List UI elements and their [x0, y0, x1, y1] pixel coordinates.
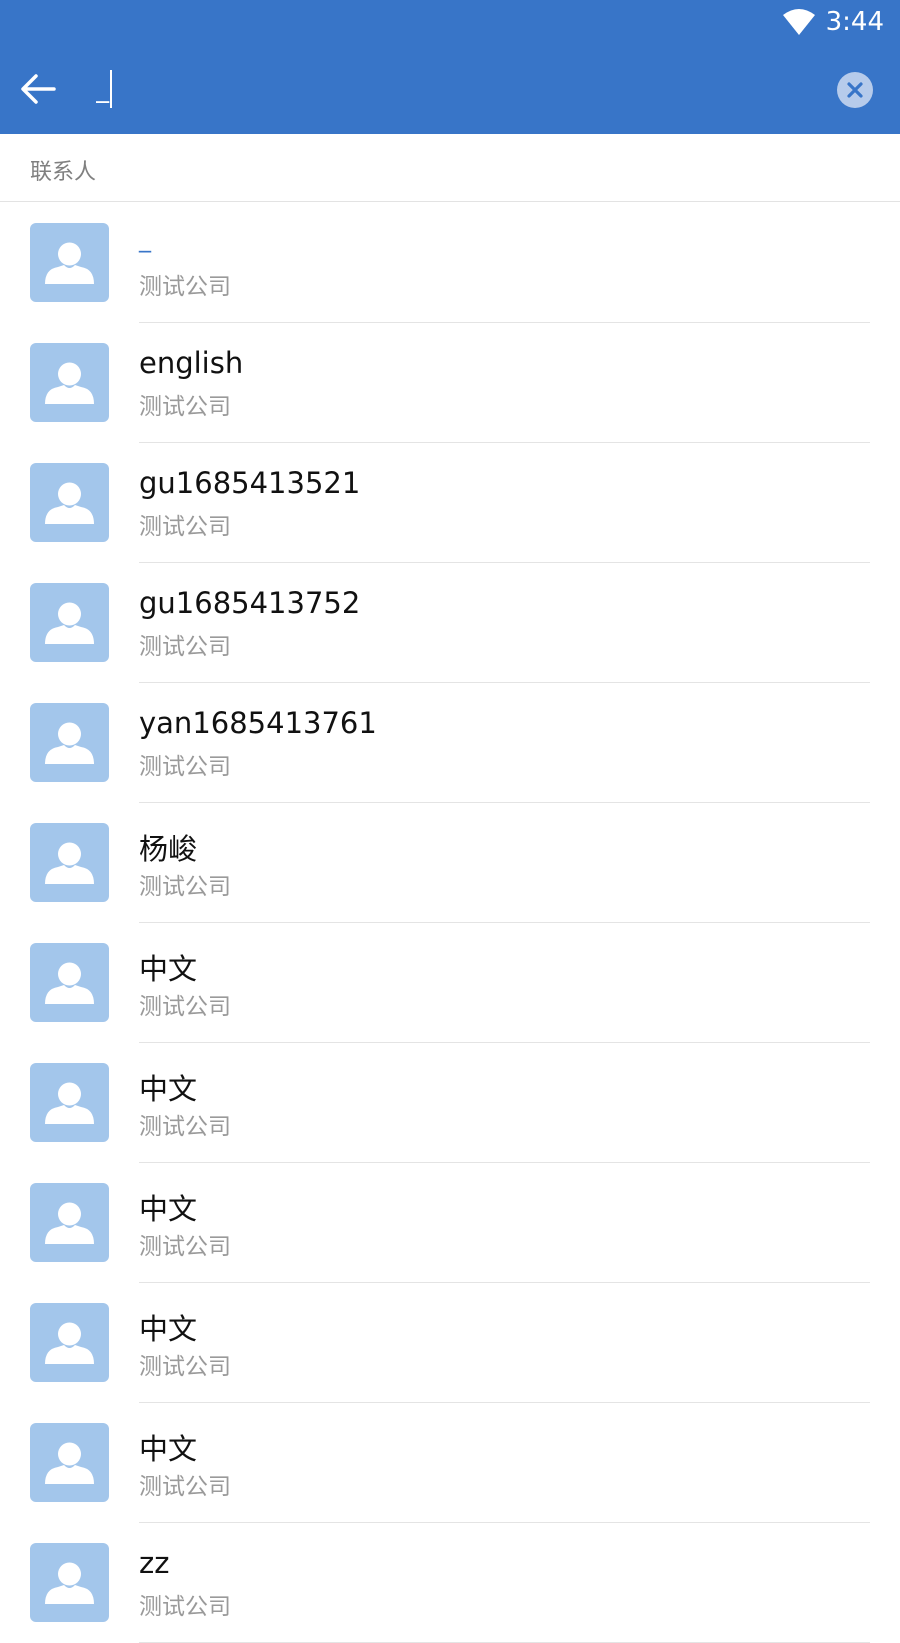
contact-company: 测试公司	[139, 634, 231, 660]
contact-name: english	[139, 346, 244, 380]
contact-name: 中文	[139, 1432, 198, 1466]
section-header: 联系人	[0, 134, 900, 202]
person-icon	[45, 1442, 94, 1484]
clear-icon	[847, 82, 863, 98]
contact-company: 测试公司	[139, 1474, 231, 1500]
contact-item[interactable]: 杨峻 测试公司	[0, 803, 900, 923]
avatar	[30, 463, 109, 542]
contact-company: 测试公司	[139, 1354, 231, 1380]
person-icon	[45, 362, 94, 404]
status-time: 3:44	[825, 7, 884, 37]
contact-company: 测试公司	[139, 1114, 231, 1140]
avatar	[30, 943, 109, 1022]
contact-item[interactable]: yan1685413761 测试公司	[0, 683, 900, 803]
section-title: 联系人	[30, 160, 97, 185]
person-icon	[45, 1082, 94, 1124]
contact-name: gu1685413752	[139, 586, 361, 620]
avatar	[30, 1303, 109, 1382]
contact-name: _	[139, 225, 151, 253]
contact-company: 测试公司	[139, 754, 231, 780]
contact-name: 中文	[139, 1312, 198, 1346]
back-arrow-icon[interactable]	[18, 69, 58, 109]
person-icon	[45, 1202, 94, 1244]
person-icon	[45, 602, 94, 644]
contact-name: 杨峻	[139, 832, 198, 866]
contact-item[interactable]: 中文 测试公司	[0, 1043, 900, 1163]
person-icon	[45, 962, 94, 1004]
clear-search-button[interactable]	[837, 72, 873, 108]
contact-item[interactable]: zz 测试公司	[0, 1523, 900, 1643]
contact-item[interactable]: english 测试公司	[0, 323, 900, 443]
search-app-bar	[0, 44, 900, 134]
person-icon	[45, 1322, 94, 1364]
contact-name: gu1685413521	[139, 466, 361, 500]
search-input[interactable]	[96, 66, 796, 112]
avatar	[30, 1183, 109, 1262]
person-icon	[45, 482, 94, 524]
contact-name: yan1685413761	[139, 706, 377, 740]
contact-item[interactable]: gu1685413521 测试公司	[0, 443, 900, 563]
contact-company: 测试公司	[139, 394, 231, 420]
avatar	[30, 1063, 109, 1142]
contact-item[interactable]: _ 测试公司	[0, 203, 900, 323]
contact-item[interactable]: 中文 测试公司	[0, 1163, 900, 1283]
status-bar: 3:44	[0, 0, 900, 44]
avatar	[30, 343, 109, 422]
person-icon	[45, 242, 94, 284]
contact-company: 测试公司	[139, 874, 231, 900]
contact-company: 测试公司	[139, 1594, 231, 1620]
contact-name: zz	[139, 1546, 170, 1580]
contact-company: 测试公司	[139, 514, 231, 540]
contact-item[interactable]: gu1685413752 测试公司	[0, 563, 900, 683]
avatar	[30, 583, 109, 662]
avatar	[30, 1543, 109, 1622]
avatar	[30, 1423, 109, 1502]
contact-item[interactable]: 中文 测试公司	[0, 923, 900, 1043]
avatar	[30, 703, 109, 782]
contact-item[interactable]: 中文 测试公司	[0, 1403, 900, 1523]
contact-name: 中文	[139, 1192, 198, 1226]
person-icon	[45, 722, 94, 764]
wifi-icon	[782, 9, 815, 35]
person-icon	[45, 1562, 94, 1604]
person-icon	[45, 842, 94, 884]
contact-company: 测试公司	[139, 274, 231, 300]
avatar	[30, 223, 109, 302]
contact-item[interactable]: 中文 测试公司	[0, 1283, 900, 1403]
contact-name: 中文	[139, 1072, 198, 1106]
avatar	[30, 823, 109, 902]
status-indicators: 3:44	[782, 6, 884, 38]
contact-company: 测试公司	[139, 1234, 231, 1260]
contact-list: _ 测试公司 english 测试公司 gu1685413521 测试公司 gu…	[0, 203, 900, 1643]
text-cursor	[110, 70, 112, 108]
contact-company: 测试公司	[139, 994, 231, 1020]
contact-name: 中文	[139, 952, 198, 986]
